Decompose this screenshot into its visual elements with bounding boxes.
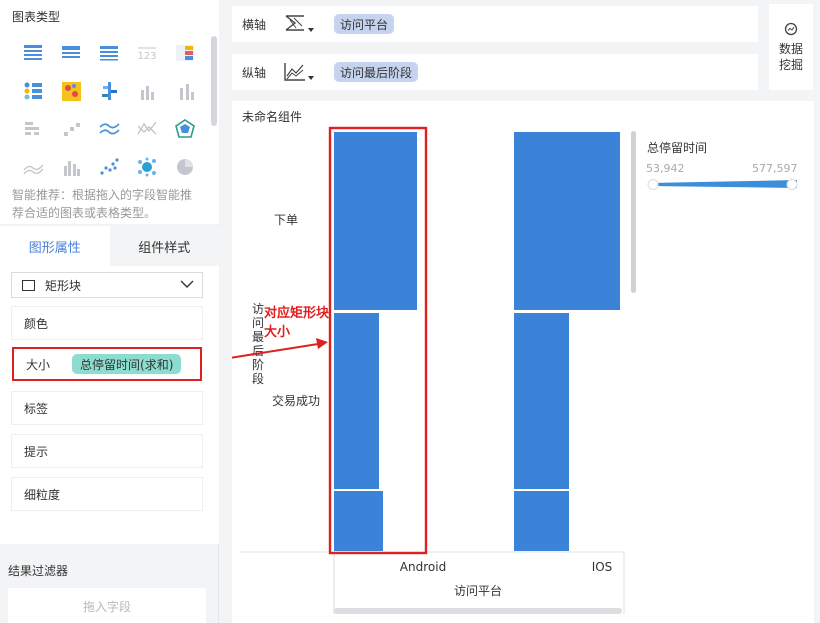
y-axis-bar: 纵轴 访问最后阶段	[232, 54, 758, 90]
column-icon[interactable]	[128, 72, 166, 110]
size-property[interactable]: 大小 总停留时间(求和)	[12, 347, 202, 381]
tab-graphic-properties[interactable]: 图形属性	[0, 226, 110, 266]
x-axis-label: 横轴	[242, 17, 267, 32]
x-axis-bar: 横轴 访问平台	[232, 6, 758, 42]
chart-panel: 未命名组件 访问最后阶段 下单 交易成功 Android IOS 访问平台 总停…	[232, 101, 814, 623]
x-tick-label: Android	[400, 560, 446, 574]
filter-drop-zone[interactable]: 拖入字段	[8, 588, 206, 623]
grouped-column-icon[interactable]	[52, 148, 90, 186]
legend-gradient-bar	[650, 180, 797, 188]
chart-svg: 访问最后阶段 下单 交易成功 Android IOS 访问平台	[232, 126, 798, 614]
mining-label-line1: 数据	[778, 42, 803, 56]
y-axis-line-icon[interactable]	[276, 60, 322, 84]
radar-icon[interactable]	[166, 110, 204, 148]
chart-bar[interactable]	[514, 313, 569, 489]
color-property[interactable]: 颜色	[11, 306, 203, 340]
x-axis-sort-icon[interactable]	[276, 12, 322, 36]
legend-max-handle[interactable]	[786, 179, 798, 190]
mining-label-line2: 挖掘	[778, 58, 803, 72]
chart-type-scrollbar[interactable]	[211, 36, 217, 126]
size-label: 大小	[26, 357, 51, 372]
svg-text:123: 123	[137, 51, 156, 62]
left-panel: 图表类型 123 智能推荐：根据拖入的字段智能推荐合适的图表或表格类型。 图形属…	[0, 0, 219, 623]
scatter-icon[interactable]	[90, 148, 128, 186]
y-tick-label: 下单	[274, 213, 298, 227]
scatter-column-icon[interactable]	[52, 110, 90, 148]
chart-bar[interactable]	[514, 132, 620, 310]
chart-vertical-scrollbar[interactable]	[631, 131, 636, 293]
y-tick-label: 交易成功	[272, 393, 320, 408]
legend-min-value: 53,942	[646, 162, 685, 175]
property-tabs: 图形属性 组件样式	[0, 226, 219, 266]
label-label: 标签	[24, 401, 49, 416]
chart-bar[interactable]	[514, 491, 569, 551]
rectangle-icon	[22, 279, 35, 291]
granularity-label: 细粒度	[24, 487, 61, 502]
pie-icon[interactable]	[166, 148, 204, 186]
x-tick-label: IOS	[592, 560, 613, 574]
y-axis-field-pill[interactable]: 访问最后阶段	[334, 62, 419, 82]
legend-min-handle[interactable]	[647, 179, 659, 190]
multi-line-icon[interactable]	[90, 110, 128, 148]
color-bar-icon[interactable]	[90, 72, 128, 110]
color-table-icon[interactable]	[166, 34, 204, 72]
chart-horizontal-scrollbar[interactable]	[334, 608, 622, 614]
smart-recommend-hint: 智能推荐：根据拖入的字段智能推荐合适的图表或表格类型。	[12, 188, 193, 220]
annotation-arrow-line	[232, 343, 319, 359]
data-mining-button[interactable]: 数据 挖掘	[769, 4, 813, 90]
table-icon[interactable]	[14, 34, 52, 72]
legend-max-value: 577,597	[752, 162, 798, 175]
cross-table-icon[interactable]	[52, 34, 90, 72]
color-label: 颜色	[24, 316, 49, 331]
mining-icon	[784, 22, 798, 36]
tooltip-property[interactable]: 提示	[11, 434, 203, 468]
y-axis-title: 访问最后阶段	[252, 302, 264, 386]
result-filter-title: 结果过滤器	[8, 564, 69, 578]
size-field-pill[interactable]: 总停留时间(求和)	[72, 354, 182, 374]
tab-component-style[interactable]: 组件样式	[110, 226, 220, 266]
chart-bar[interactable]	[334, 491, 383, 551]
stacked-column-icon[interactable]	[166, 72, 204, 110]
dot-matrix-icon[interactable]	[14, 72, 52, 110]
x-axis-field-pill[interactable]: 访问平台	[334, 14, 395, 34]
x-axis-title: 访问平台	[454, 583, 502, 598]
property-panel: 矩形块 颜色 大小 总停留时间(求和) 标签 提示 细粒度	[0, 266, 219, 544]
chart-types-title: 图表类型	[12, 10, 61, 24]
detail-table-icon[interactable]	[90, 34, 128, 72]
chart-bar[interactable]	[334, 132, 417, 310]
shape-select[interactable]: 矩形块	[11, 272, 203, 298]
area-icon[interactable]	[14, 148, 52, 186]
chevron-down-icon	[180, 280, 194, 288]
kpi-number-icon[interactable]: 123	[128, 34, 166, 72]
line-compare-icon[interactable]	[128, 110, 166, 148]
shape-select-value: 矩形块	[45, 278, 82, 293]
annotation-text: 对应矩形块大小	[264, 306, 330, 340]
label-property[interactable]: 标签	[11, 391, 203, 425]
chart-type-panel: 图表类型 123 智能推荐：根据拖入的字段智能推荐合适的图表或表格类型。	[0, 0, 219, 224]
bubble-icon[interactable]	[128, 148, 166, 186]
horizontal-bar-icon[interactable]	[14, 110, 52, 148]
heatmap-icon[interactable]	[52, 72, 90, 110]
granularity-property[interactable]: 细粒度	[11, 477, 203, 511]
tooltip-label: 提示	[24, 444, 49, 459]
chart-type-grid: 123	[14, 34, 204, 186]
y-axis-label: 纵轴	[242, 65, 267, 80]
chart-bar[interactable]	[334, 313, 379, 489]
legend-title: 总停留时间	[647, 141, 708, 155]
